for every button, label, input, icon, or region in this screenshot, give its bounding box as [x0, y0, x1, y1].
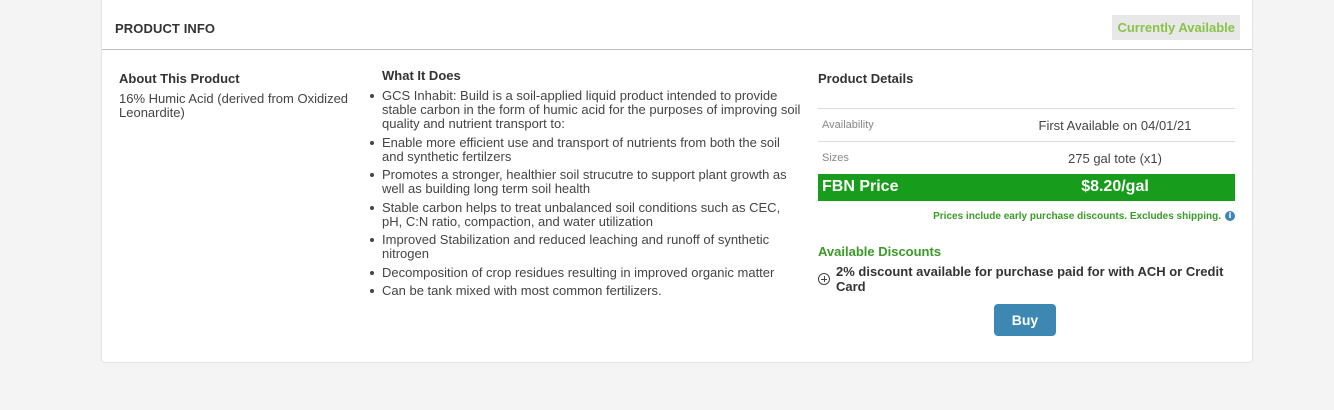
price-note: Prices include early purchase discounts.… — [818, 210, 1235, 224]
product-details-title: Product Details — [818, 71, 914, 86]
product-details-section: Product Details Availability First Avail… — [818, 71, 1235, 294]
what-it-does-section: What It Does GCS Inhabit: Build is a soi… — [370, 68, 802, 303]
about-title: About This Product — [119, 71, 240, 86]
availability-label: Availability — [822, 119, 874, 131]
availability-value: First Available on 04/01/21 — [1038, 118, 1192, 133]
sizes-label: Sizes — [822, 152, 849, 164]
discount-item[interactable]: 2% discount available for purchase paid … — [818, 264, 1235, 294]
card-header: PRODUCT INFO Currently Available — [102, 0, 1252, 50]
what-it-does-title: What It Does — [382, 68, 461, 83]
about-text: 16% Humic Acid (derived from Oxidized Le… — [119, 91, 349, 120]
info-icon[interactable]: i — [1225, 211, 1235, 222]
section-title: PRODUCT INFO — [115, 21, 216, 36]
sizes-value: 275 gal tote (x1) — [1068, 151, 1162, 166]
plus-circle-icon[interactable] — [818, 273, 830, 285]
list-item: GCS Inhabit: Build is a soil-applied liq… — [370, 88, 801, 131]
price-value: $8.20/gal — [1081, 178, 1149, 195]
price-label: FBN Price — [822, 178, 899, 195]
list-item: Decomposition of crop residues resulting… — [370, 265, 802, 280]
available-discounts-title: Available Discounts — [818, 244, 942, 259]
product-info-card: PRODUCT INFO Currently Available About T… — [101, 0, 1253, 363]
sizes-row: Sizes 275 gal tote (x1) — [818, 141, 1235, 174]
price-note-text: Prices include early purchase discounts.… — [933, 211, 1221, 222]
about-section: About This Product 16% Humic Acid (deriv… — [119, 71, 359, 120]
list-item: Can be tank mixed with most common ferti… — [370, 284, 802, 298]
discount-text: 2% discount available for purchase paid … — [836, 264, 1224, 294]
list-item: Promotes a stronger, healthier soil stru… — [370, 168, 802, 196]
buy-button[interactable]: Buy — [994, 304, 1056, 336]
fbn-price-bar: FBN Price $8.20/gal — [818, 174, 1235, 201]
benefits-list: GCS Inhabit: Build is a soil-applied liq… — [370, 88, 802, 298]
availability-status-badge: Currently Available — [1112, 15, 1240, 40]
list-item: Improved Stabilization and reduced leach… — [370, 233, 802, 261]
list-item: Stable carbon helps to treat unbalanced … — [370, 200, 802, 229]
availability-row: Availability First Available on 04/01/21 — [818, 108, 1235, 141]
list-item: Enable more efficient use and transport … — [370, 135, 802, 164]
